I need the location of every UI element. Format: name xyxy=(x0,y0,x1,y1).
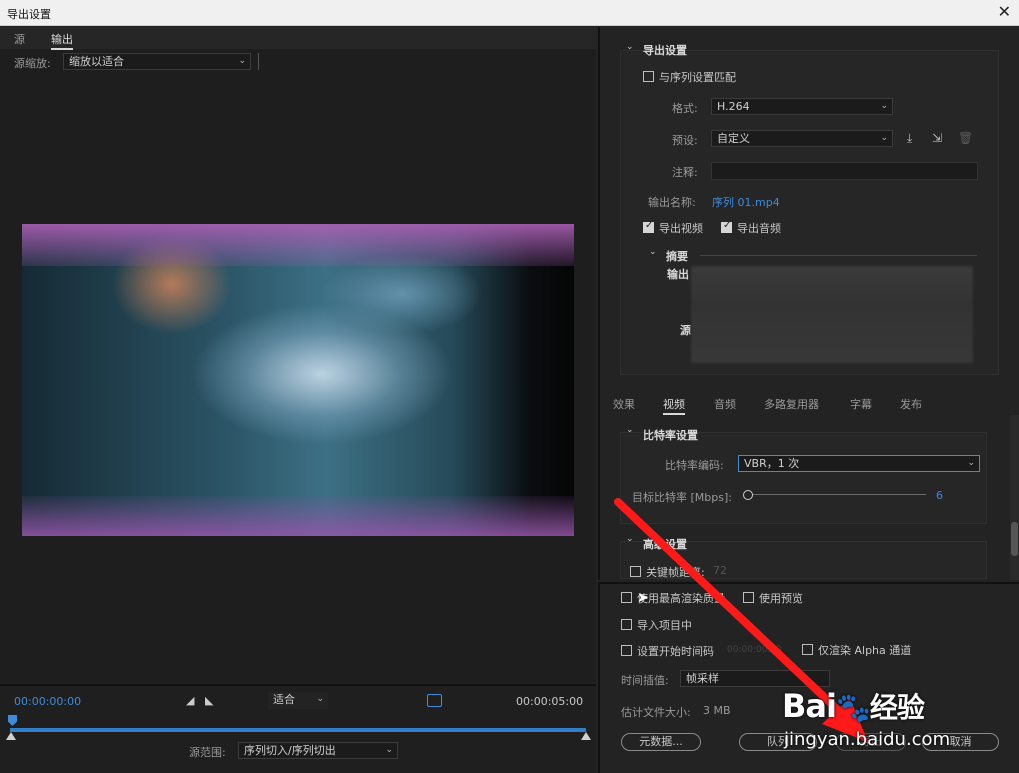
target-bitrate-knob[interactable] xyxy=(743,490,753,500)
preview-bottom-band xyxy=(22,496,574,536)
import-preset-icon[interactable]: ⇲ xyxy=(932,131,942,145)
match-sequence-checkbox[interactable] xyxy=(643,71,654,82)
chevron-down-icon: ⌄ xyxy=(880,133,888,143)
paw-icon: 🐾 xyxy=(835,691,871,724)
divider xyxy=(258,53,259,70)
summary-source-label: 源 xyxy=(680,324,691,337)
source-scaling-dropdown[interactable]: 缩放以适合 ⌄ xyxy=(63,53,251,70)
mark-in-icon[interactable]: ◢ xyxy=(186,694,194,707)
zoom-dropdown[interactable]: 适合 ⌄ xyxy=(268,692,328,709)
preset-dropdown[interactable]: 自定义 ⌄ xyxy=(711,130,893,147)
source-scaling-label: 源缩放: xyxy=(14,57,51,70)
window-title: 导出设置 xyxy=(7,8,51,21)
in-point-handle[interactable] xyxy=(6,732,16,740)
bitrate-encoding-dropdown[interactable]: VBR，1 次 ⌄ xyxy=(738,455,980,472)
export-audio-checkbox[interactable] xyxy=(721,220,732,233)
bitrate-section xyxy=(620,432,987,524)
target-bitrate-value[interactable]: 6 xyxy=(936,489,943,502)
watermark-brand: Bai🐾经验 xyxy=(782,687,925,725)
preset-label: 预设: xyxy=(672,134,698,147)
bitrate-encoding-label: 比特率编码: xyxy=(665,459,724,472)
settings-scrollbar-thumb[interactable] xyxy=(1011,522,1018,556)
tab-publish[interactable]: 发布 xyxy=(900,396,922,412)
mark-out-icon[interactable]: ◣ xyxy=(205,694,213,707)
render-alpha-label: 仅渲染 Alpha 通道 xyxy=(818,644,912,657)
timeline-track[interactable] xyxy=(10,728,586,732)
chevron-down-icon: ⌄ xyxy=(238,56,246,66)
tab-output[interactable]: 输出 xyxy=(51,31,73,50)
preview-top-band xyxy=(22,224,574,266)
close-icon[interactable]: ✕ xyxy=(998,2,1011,21)
tab-captions[interactable]: 字幕 xyxy=(850,396,872,412)
file-size-label: 估计文件大小: xyxy=(621,706,691,719)
metadata-button[interactable]: 元数据... xyxy=(621,733,701,751)
format-label: 格式: xyxy=(672,102,698,115)
target-bitrate-label: 目标比特率 [Mbps]: xyxy=(632,491,732,504)
save-preset-icon[interactable]: ⤓ xyxy=(907,131,912,146)
summary-heading: 摘要 xyxy=(666,250,688,263)
comments-label: 注释: xyxy=(672,166,698,179)
advanced-chevron-icon[interactable]: ⌄ xyxy=(626,534,634,544)
chevron-down-icon: ⌄ xyxy=(967,458,975,468)
export-audio-label: 导出音频 xyxy=(737,222,781,235)
tab-source[interactable]: 源 xyxy=(14,31,25,47)
summary-divider xyxy=(700,255,977,256)
delete-preset-icon[interactable]: 🗑 xyxy=(958,131,973,145)
match-sequence-label: 与序列设置匹配 xyxy=(659,71,736,84)
output-name-link[interactable]: 序列 01.mp4 xyxy=(712,194,780,210)
target-bitrate-slider[interactable] xyxy=(748,494,926,495)
tab-multiplexer[interactable]: 多路复用器 xyxy=(764,396,819,412)
advanced-heading: 高级设置 xyxy=(643,538,687,551)
output-name-label: 输出名称: xyxy=(648,196,696,209)
export-settings-heading: 导出设置 xyxy=(643,44,687,57)
format-dropdown[interactable]: H.264 ⌄ xyxy=(711,98,893,115)
set-start-timecode-label: 设置开始时间码 xyxy=(637,645,714,658)
keyframe-distance-value[interactable]: 72 xyxy=(713,564,727,577)
export-video-label: 导出视频 xyxy=(659,222,703,235)
keyframe-distance-checkbox[interactable] xyxy=(630,566,641,577)
end-timecode: 00:00:05:00 xyxy=(516,695,584,708)
summary-details-blurred xyxy=(691,266,973,363)
start-timecode-value[interactable]: 00:00:00:00 xyxy=(727,645,782,655)
source-range-dropdown[interactable]: 序列切入/序列切出 ⌄ xyxy=(238,742,398,759)
tab-audio[interactable]: 音频 xyxy=(714,396,736,412)
left-tab-bar xyxy=(0,27,596,49)
mouse-cursor-icon: ➤ xyxy=(637,590,649,606)
keyframe-distance-label: 关键帧距离: xyxy=(646,566,705,579)
use-previews-label: 使用预览 xyxy=(759,592,803,605)
video-preview xyxy=(22,224,574,536)
comments-input[interactable] xyxy=(711,162,978,180)
file-size-value: 3 MB xyxy=(703,704,731,717)
chevron-down-icon: ⌄ xyxy=(385,745,393,755)
summary-chevron-icon[interactable]: ⌄ xyxy=(649,247,657,257)
use-previews-checkbox[interactable] xyxy=(743,592,754,603)
time-interpolation-label: 时间插值: xyxy=(621,674,669,687)
export-video-checkbox[interactable] xyxy=(643,220,654,233)
max-render-quality-label: 使用最高渲染质量 xyxy=(637,592,725,605)
render-alpha-checkbox[interactable] xyxy=(802,644,813,655)
title-bar: 导出设置 ✕ xyxy=(0,0,1019,26)
fit-icon[interactable] xyxy=(427,694,442,707)
out-point-handle[interactable] xyxy=(581,732,591,740)
current-timecode[interactable]: 00:00:00:00 xyxy=(14,695,81,708)
watermark-url: jingyan.baidu.com xyxy=(784,729,951,750)
set-start-timecode-checkbox[interactable] xyxy=(621,645,632,656)
bitrate-chevron-icon[interactable]: ⌄ xyxy=(626,425,634,435)
chevron-down-icon: ⌄ xyxy=(880,101,888,111)
summary-output-label: 输出 xyxy=(667,268,689,281)
import-into-project-checkbox[interactable] xyxy=(621,619,632,630)
collapse-chevron-icon[interactable]: ⌄ xyxy=(626,42,634,52)
chevron-down-icon: ⌄ xyxy=(316,694,324,704)
import-into-project-label: 导入项目中 xyxy=(637,619,692,632)
bitrate-heading: 比特率设置 xyxy=(643,429,698,442)
max-render-quality-checkbox[interactable] xyxy=(621,592,632,603)
tab-video[interactable]: 视频 xyxy=(663,396,685,415)
tab-effects[interactable]: 效果 xyxy=(613,396,635,412)
source-range-label: 源范围: xyxy=(189,746,226,759)
time-interpolation-dropdown[interactable]: 帧采样 xyxy=(680,670,830,687)
